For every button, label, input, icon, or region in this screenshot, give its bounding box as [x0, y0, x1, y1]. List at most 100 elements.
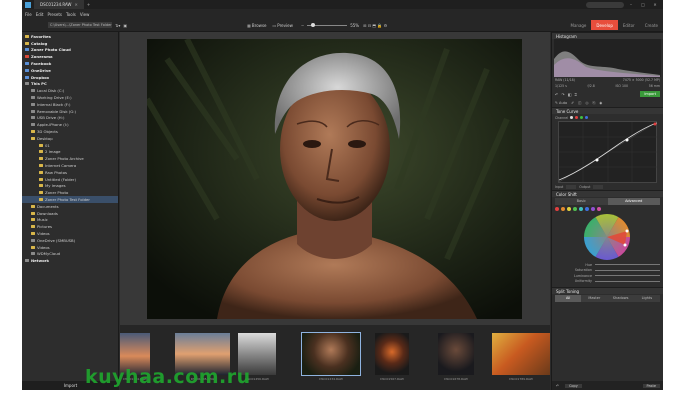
tab-lights[interactable]: Lights: [633, 295, 660, 302]
tree-item[interactable]: OneDrive (SMBUSB): [22, 237, 118, 244]
channel-red-dot[interactable]: [575, 116, 579, 119]
import-preset-button[interactable]: Import: [640, 91, 660, 97]
zoom-slider[interactable]: [307, 23, 348, 27]
gradient-icon[interactable]: ◫: [578, 101, 581, 105]
new-tab-icon[interactable]: +: [87, 2, 90, 7]
new-folder-icon[interactable]: ▣: [123, 23, 127, 28]
mode-create[interactable]: Create: [640, 20, 663, 30]
tab-all[interactable]: All: [555, 295, 582, 302]
tree-item[interactable]: Local Disk (C:): [22, 87, 118, 94]
menu-file[interactable]: File: [25, 12, 32, 17]
main-photo[interactable]: [147, 39, 522, 319]
menu-tools[interactable]: Tools: [66, 12, 76, 17]
color-swatch[interactable]: [591, 207, 595, 211]
color-swatch[interactable]: [597, 207, 601, 211]
clone-icon[interactable]: ⎘: [592, 101, 595, 105]
radial-icon[interactable]: ◎: [585, 101, 588, 105]
tree-item[interactable]: Documents: [22, 203, 118, 210]
menu-presets[interactable]: Presets: [47, 12, 62, 17]
tab-shadows[interactable]: Shadows: [607, 295, 634, 302]
tree-item[interactable]: Internal Black (F:): [22, 101, 118, 108]
tree-item[interactable]: Music: [22, 217, 118, 224]
tree-item[interactable]: Apple-iPhone (I:): [22, 121, 118, 128]
crop-icon[interactable]: ⌗: [575, 92, 577, 97]
reset-icon[interactable]: ↶: [556, 384, 559, 388]
mode-editor[interactable]: Editor: [618, 20, 640, 30]
tree-item[interactable]: Pictures: [22, 223, 118, 230]
tree-item[interactable]: 2 Image: [22, 149, 118, 156]
tree-item[interactable]: Network: [22, 257, 118, 264]
account-badge[interactable]: [586, 1, 624, 8]
paste-button[interactable]: Paste: [642, 383, 660, 388]
redeye-icon[interactable]: ◉: [599, 101, 602, 105]
tree-item[interactable]: Removable Disk (G:): [22, 108, 118, 115]
tree-item[interactable]: Facebook: [22, 60, 118, 67]
tree-item[interactable]: 01: [22, 142, 118, 149]
mode-manage[interactable]: Manage: [566, 20, 592, 30]
tree-item[interactable]: This PC: [22, 81, 118, 88]
color-swatch[interactable]: [567, 207, 571, 211]
tab-master[interactable]: Master: [581, 295, 608, 302]
undo-icon[interactable]: ↶: [555, 92, 558, 97]
color-swatch[interactable]: [561, 207, 565, 211]
tree-item[interactable]: Untitled (Folder): [22, 176, 118, 183]
tree-item[interactable]: 3D Objects: [22, 128, 118, 135]
channel-green-dot[interactable]: [580, 116, 584, 119]
tree-item[interactable]: Working Drive (E:): [22, 94, 118, 101]
path-field[interactable]: C:\Users\...\Zoner Photo Test Folder: [48, 22, 112, 28]
zoom-out-icon[interactable]: −: [301, 23, 304, 28]
zoom-slider-handle[interactable]: [311, 23, 316, 27]
tree-item[interactable]: USB Drive (H:): [22, 115, 118, 122]
redo-icon[interactable]: ↷: [561, 92, 564, 97]
tree-item[interactable]: Dropbox: [22, 74, 118, 81]
preview-button[interactable]: Preview: [277, 23, 293, 28]
tree-item[interactable]: Internet Camera: [22, 162, 118, 169]
compare-icon[interactable]: ◧: [568, 92, 572, 97]
filmstrip-thumbnail[interactable]: DSC01234.RAW: [301, 332, 361, 381]
filmstrip-thumbnail[interactable]: DSC01789.RAW: [492, 333, 550, 381]
browse-button[interactable]: Browse: [252, 23, 267, 28]
color-swatch[interactable]: [579, 207, 583, 211]
tree-item[interactable]: Downloads: [22, 210, 118, 217]
channel-blue-dot[interactable]: [585, 116, 589, 119]
histogram-header[interactable]: Histogram: [552, 32, 663, 39]
tree-item[interactable]: Raw Photos: [22, 169, 118, 176]
tone-curve-header[interactable]: Tone Curve: [552, 107, 663, 114]
tree-item[interactable]: Zonerama: [22, 53, 118, 60]
tree-item[interactable]: My Images: [22, 183, 118, 190]
mode-develop[interactable]: Develop: [591, 20, 618, 30]
tree-item[interactable]: OneDrive: [22, 67, 118, 74]
color-shift-header[interactable]: Color Shift: [552, 190, 663, 197]
brush-icon[interactable]: ✐: [571, 101, 574, 105]
color-swatch[interactable]: [573, 207, 577, 211]
browse-icon[interactable]: ▦: [247, 23, 251, 28]
color-swatch[interactable]: [555, 207, 559, 211]
filmstrip-thumbnail[interactable]: DSC01678.RAW: [438, 333, 474, 381]
auto-icon[interactable]: ✎ Auto: [555, 101, 567, 105]
uniformity-slider[interactable]: Uniformity: [552, 279, 663, 285]
sort-icon[interactable]: ⇅▾: [115, 23, 120, 28]
menu-view[interactable]: View: [80, 12, 90, 17]
tree-item[interactable]: Favorites: [22, 33, 118, 40]
tree-item[interactable]: Desktop: [22, 135, 118, 142]
document-tab[interactable]: DSC01234.RAW ✕: [34, 0, 84, 9]
tab-advanced[interactable]: Advanced: [607, 198, 660, 205]
filmstrip-thumbnail[interactable]: DSC01567.RAW: [375, 333, 409, 381]
close-window-icon[interactable]: ✕: [650, 2, 660, 7]
color-swatch[interactable]: [585, 207, 589, 211]
tree-item[interactable]: Zoner Photo Test Folder: [22, 196, 118, 203]
menu-edit[interactable]: Edit: [36, 12, 44, 17]
channel-rgb-dot[interactable]: [570, 116, 574, 119]
tree-item[interactable]: Zoner Photo Cloud: [22, 47, 118, 54]
tree-item[interactable]: Videos: [22, 230, 118, 237]
maximize-icon[interactable]: □: [638, 2, 648, 7]
tree-item[interactable]: Zoner Photo Archive: [22, 155, 118, 162]
tab-basic[interactable]: Basic: [555, 198, 608, 205]
tree-item[interactable]: Videos: [22, 244, 118, 251]
copy-button[interactable]: Copy: [564, 383, 582, 388]
minimize-icon[interactable]: –: [626, 2, 636, 7]
input-value-field[interactable]: [566, 184, 577, 189]
fit-icon[interactable]: ⊞ ⊟ ⬒ 🔒 ⚙: [363, 23, 387, 28]
output-value-field[interactable]: [593, 184, 604, 189]
preview-icon[interactable]: ▭: [273, 23, 277, 28]
